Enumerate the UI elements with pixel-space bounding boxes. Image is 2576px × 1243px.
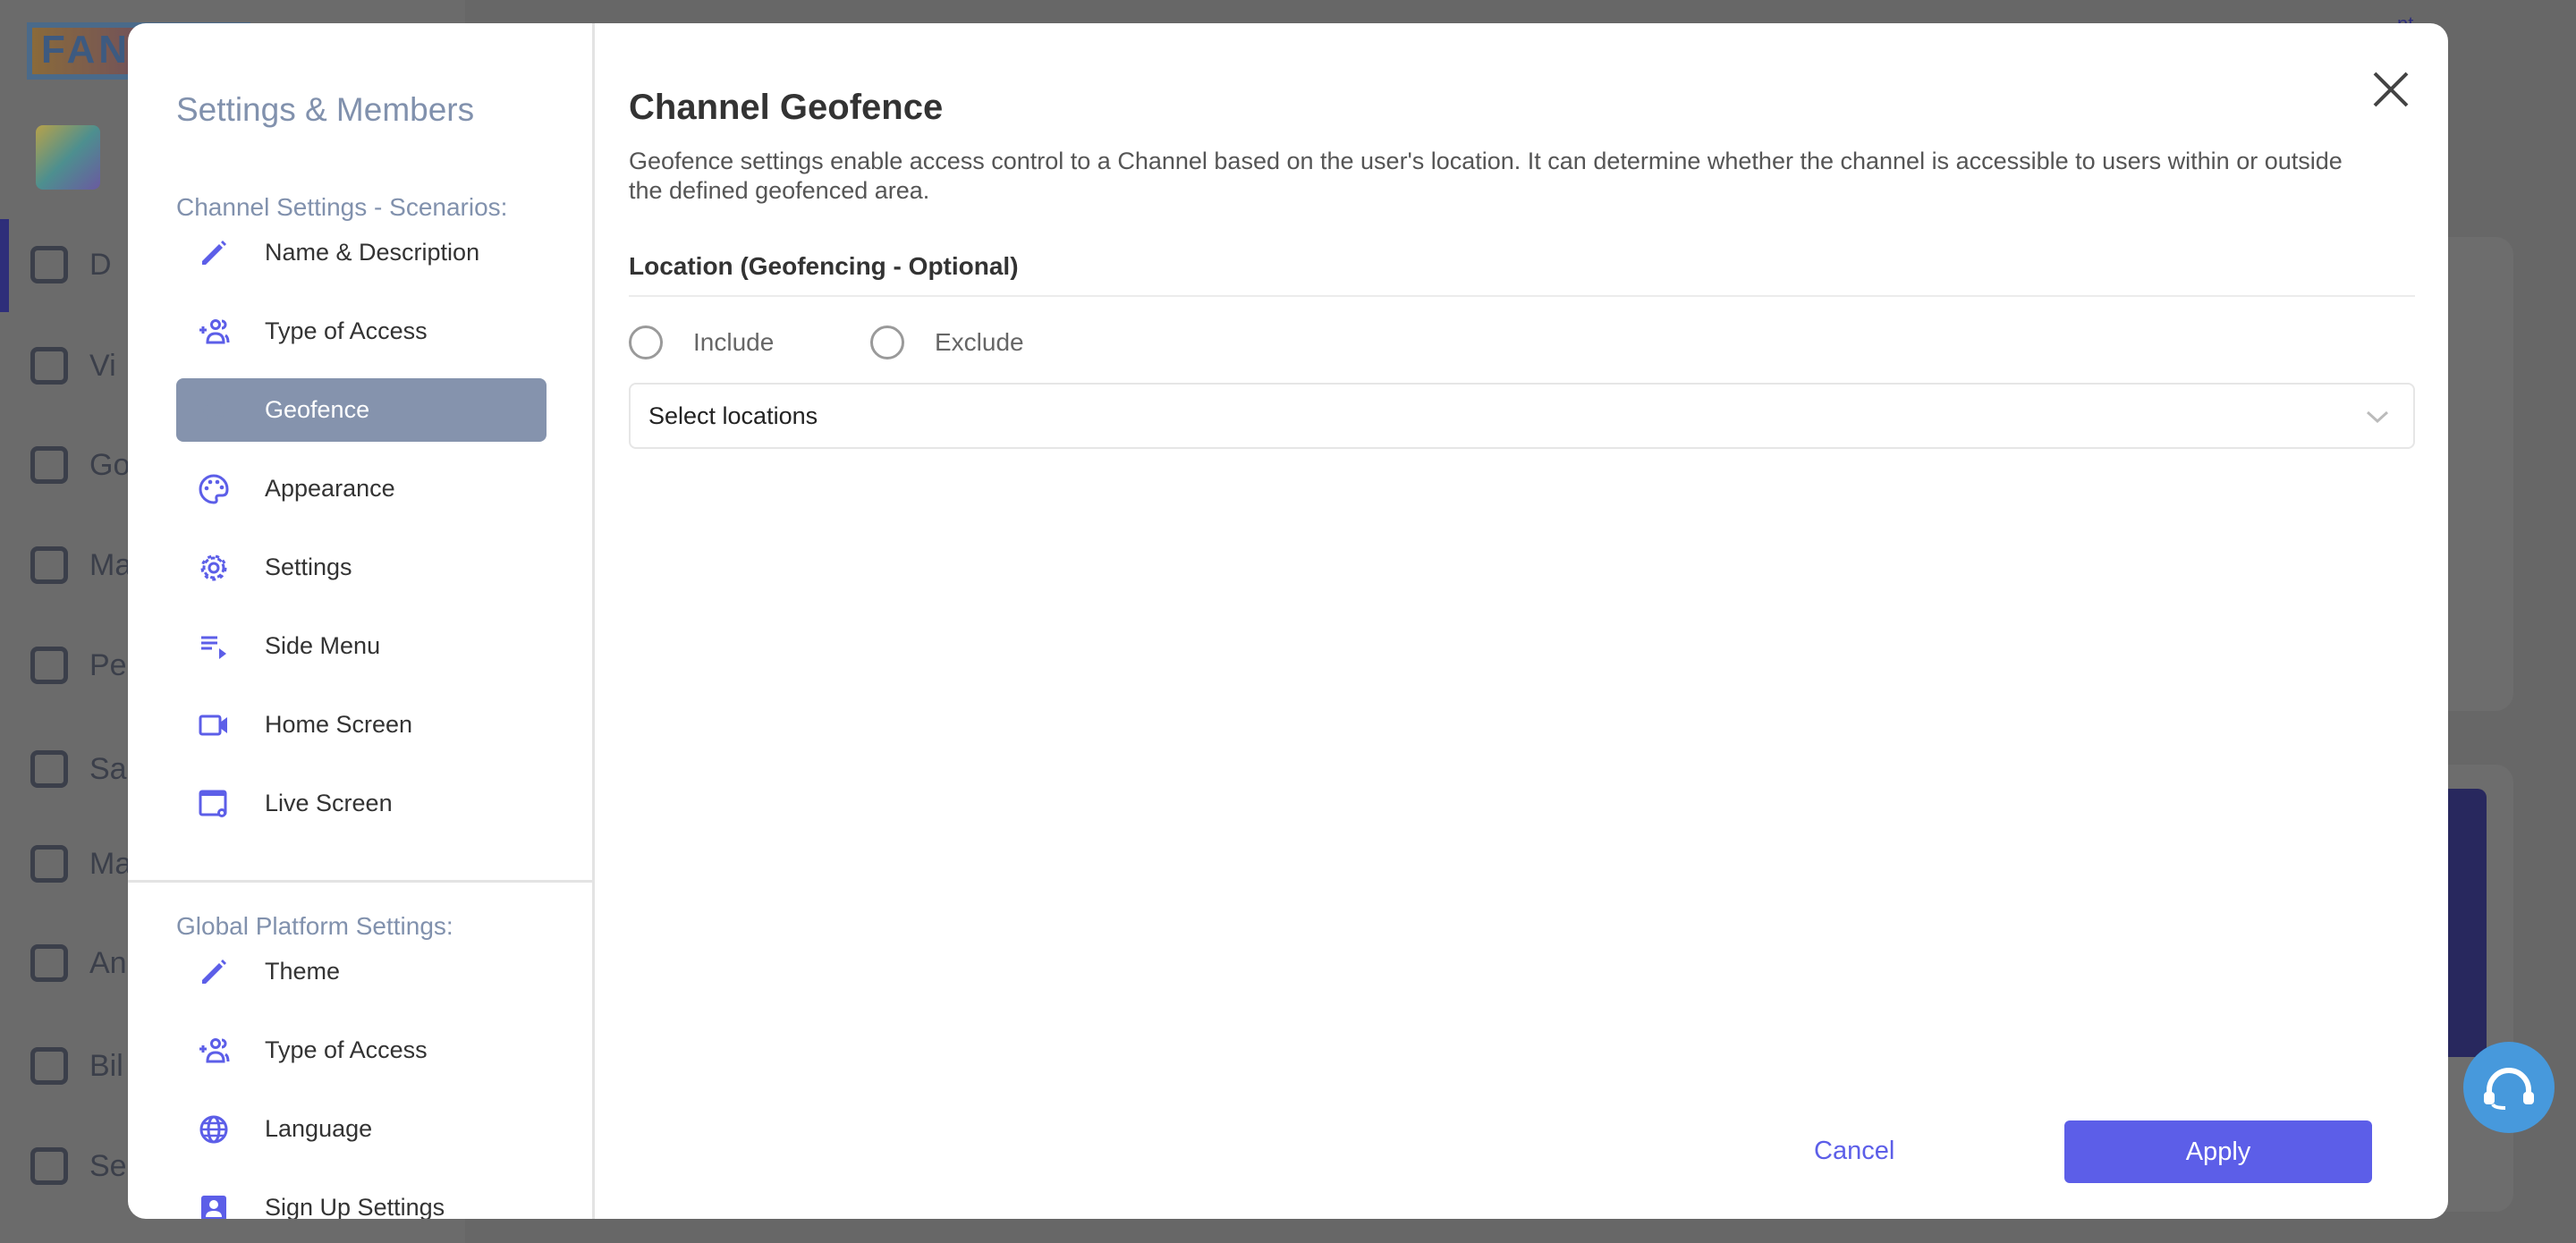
select-placeholder: Select locations [648, 402, 818, 429]
sidebar-item-label: Sign Up Settings [265, 1194, 445, 1219]
background-nav-item: Bil [89, 1049, 123, 1083]
playlist-icon [198, 630, 230, 663]
sidebar-item-label: Language [265, 1115, 373, 1142]
background-nav-item: Ma [89, 847, 132, 881]
global-settings-heading: Global Platform Settings: [176, 912, 453, 940]
palette-icon [198, 473, 230, 505]
cancel-button[interactable]: Cancel [1814, 1137, 1894, 1166]
geofence-panel: Channel Geofence Geofence settings enabl… [595, 23, 2448, 1219]
background-nav-icon [30, 246, 68, 283]
radio-label: Include [693, 328, 775, 356]
background-nav-icon [30, 647, 68, 684]
account-box-icon [198, 1192, 230, 1219]
sidebar-item-sign-up-settings[interactable]: Sign Up Settings [176, 1176, 547, 1219]
settings-sidebar: Settings & Members Channel Settings - Sc… [128, 23, 595, 1219]
chevron-down-icon [2366, 410, 2389, 424]
video-camera-icon [198, 709, 230, 741]
sidebar-item-label: Appearance [265, 475, 395, 502]
sidebar-item-label: Settings [265, 554, 352, 580]
sidebar-item-label: Name & Description [265, 239, 480, 266]
sidebar-item-label: Theme [265, 958, 341, 985]
background-nav-item: An [89, 946, 127, 980]
sidebar-item-label: Geofence [265, 396, 370, 423]
sidebar-item-type-of-access[interactable]: Type of Access [176, 300, 547, 363]
background-nav-icon [30, 750, 68, 788]
radio-circle[interactable] [629, 326, 663, 359]
sidebar-item-label: Type of Access [265, 317, 428, 344]
sidebar-item-home-screen[interactable]: Home Screen [176, 693, 547, 757]
radio-label: Exclude [935, 328, 1024, 356]
background-nav-icon [30, 845, 68, 883]
background-nav-item: Sa [89, 752, 127, 786]
background-nav-item: Vi [89, 349, 116, 383]
pencil-icon [198, 956, 230, 988]
background-nav-item: Ma [89, 548, 132, 582]
apply-button[interactable]: Apply [2064, 1120, 2372, 1183]
background-nav-icon [30, 1147, 68, 1185]
sidebar-item-name-description[interactable]: Name & Description [176, 221, 547, 284]
background-nav-icon [30, 546, 68, 584]
sidebar-item-type-of-access[interactable]: Type of Access [176, 1019, 547, 1082]
page-title: Channel Geofence [629, 88, 944, 127]
background-nav-item: Se [89, 1149, 127, 1183]
sidebar-item-appearance[interactable]: Appearance [176, 457, 547, 520]
background-nav-icon [30, 1047, 68, 1085]
channel-settings-heading: Channel Settings - Scenarios: [176, 193, 508, 221]
sidebar-title: Settings & Members [176, 91, 475, 128]
sidebar-item-settings[interactable]: Settings [176, 536, 547, 599]
globe-icon [198, 394, 230, 427]
radio-circle[interactable] [870, 326, 904, 359]
section-divider [629, 295, 2415, 297]
channel-thumbnail [36, 125, 100, 190]
sidebar-item-language[interactable]: Language [176, 1097, 547, 1161]
pencil-icon [198, 237, 230, 269]
include-radio[interactable]: Include [629, 326, 774, 359]
background-nav-icon [30, 944, 68, 982]
close-icon[interactable] [2371, 70, 2411, 109]
background-nav-item: D [89, 248, 112, 282]
geofence-description: Geofence settings enable access control … [629, 148, 2343, 204]
background-nav-icon [30, 446, 68, 484]
window-settings-icon [198, 788, 230, 820]
help-support-button[interactable] [2463, 1042, 2555, 1133]
background-nav-item: Pe [89, 648, 127, 682]
sidebar-item-theme[interactable]: Theme [176, 940, 547, 1003]
sidebar-item-label: Side Menu [265, 632, 381, 659]
exclude-radio[interactable]: Exclude [870, 326, 1024, 359]
settings-modal: Settings & Members Channel Settings - Sc… [128, 23, 2448, 1219]
sidebar-item-live-screen[interactable]: Live Screen [176, 772, 547, 835]
sidebar-item-label: Home Screen [265, 711, 413, 738]
sidebar-item-geofence[interactable]: Geofence [176, 378, 547, 442]
active-nav-indicator [0, 219, 9, 312]
background-nav-item: Go [89, 448, 131, 482]
group-add-icon [198, 316, 230, 348]
location-label: Location (Geofencing - Optional) [629, 252, 1019, 280]
background-nav-icon [30, 347, 68, 385]
locations-select[interactable]: Select locations [629, 383, 2415, 449]
headset-icon [2484, 1068, 2534, 1110]
sidebar-item-side-menu[interactable]: Side Menu [176, 614, 547, 678]
sidebar-divider [128, 880, 592, 883]
sidebar-item-label: Type of Access [265, 1036, 428, 1063]
language-globe-icon [198, 1113, 230, 1146]
sidebar-item-label: Live Screen [265, 790, 393, 816]
gear-icon [198, 552, 230, 584]
group-add-icon [198, 1035, 230, 1067]
